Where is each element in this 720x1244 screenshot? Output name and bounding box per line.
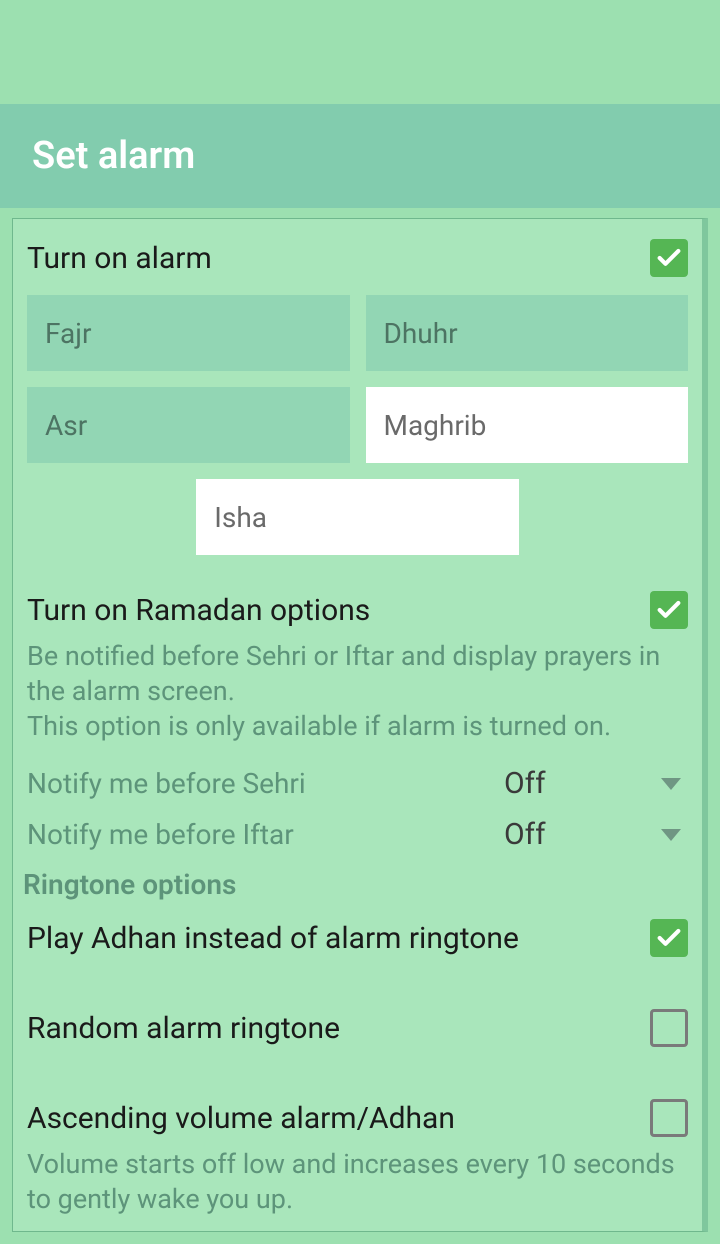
ramadan-checkbox[interactable] (650, 591, 688, 629)
prayer-button-label: Isha (214, 501, 267, 534)
prayer-button-maghrib[interactable]: Maghrib (366, 387, 689, 463)
prayer-button-label: Fajr (45, 317, 91, 350)
ringtone-section-title: Ringtone options (23, 868, 688, 901)
notify-iftar-value: Off (504, 817, 654, 852)
status-bar (0, 0, 720, 104)
turn-on-alarm-label: Turn on alarm (27, 241, 212, 276)
prayer-button-isha[interactable]: Isha (196, 479, 519, 555)
ramadan-label: Turn on Ramadan options (27, 593, 370, 628)
prayer-button-fajr[interactable]: Fajr (27, 295, 350, 371)
ramadan-description: Be notified before Sehri or Iftar and di… (27, 639, 688, 744)
notify-sehri-label: Notify me before Sehri (27, 767, 504, 800)
notify-sehri-value: Off (504, 766, 654, 801)
page-title: Set alarm (32, 134, 688, 178)
prayer-button-asr[interactable]: Asr (27, 387, 350, 463)
settings-dialog: Turn on alarm Fajr Dhuhr Asr Maghrib Isha Tu… (12, 218, 708, 1232)
check-icon (655, 244, 683, 272)
check-icon (655, 924, 683, 952)
ascending-volume-row[interactable]: Ascending volume alarm/Adhan (27, 1099, 688, 1137)
ascending-volume-label: Ascending volume alarm/Adhan (27, 1101, 455, 1136)
prayer-button-label: Asr (45, 409, 87, 442)
random-ringtone-row[interactable]: Random alarm ringtone (27, 1009, 688, 1047)
notify-sehri-row[interactable]: Notify me before Sehri Off (27, 766, 688, 801)
prayer-button-label: Dhuhr (384, 317, 458, 350)
play-adhan-label: Play Adhan instead of alarm ringtone (27, 921, 519, 956)
chevron-down-icon (654, 778, 688, 790)
ascending-volume-checkbox[interactable] (650, 1099, 688, 1137)
play-adhan-row[interactable]: Play Adhan instead of alarm ringtone (27, 919, 688, 957)
random-ringtone-label: Random alarm ringtone (27, 1011, 340, 1046)
header: Set alarm (0, 104, 720, 208)
prayer-button-dhuhr[interactable]: Dhuhr (366, 295, 689, 371)
turn-on-alarm-row[interactable]: Turn on alarm (27, 239, 688, 277)
ascending-volume-description: Volume starts off low and increases ever… (27, 1147, 688, 1217)
check-icon (655, 596, 683, 624)
ramadan-row[interactable]: Turn on Ramadan options (27, 591, 688, 629)
random-ringtone-checkbox[interactable] (650, 1009, 688, 1047)
chevron-down-icon (654, 829, 688, 841)
notify-iftar-label: Notify me before Iftar (27, 818, 504, 851)
turn-on-alarm-checkbox[interactable] (650, 239, 688, 277)
prayer-button-label: Maghrib (384, 409, 487, 442)
play-adhan-checkbox[interactable] (650, 919, 688, 957)
prayer-grid: Fajr Dhuhr Asr Maghrib Isha (27, 295, 688, 555)
notify-iftar-row[interactable]: Notify me before Iftar Off (27, 817, 688, 852)
